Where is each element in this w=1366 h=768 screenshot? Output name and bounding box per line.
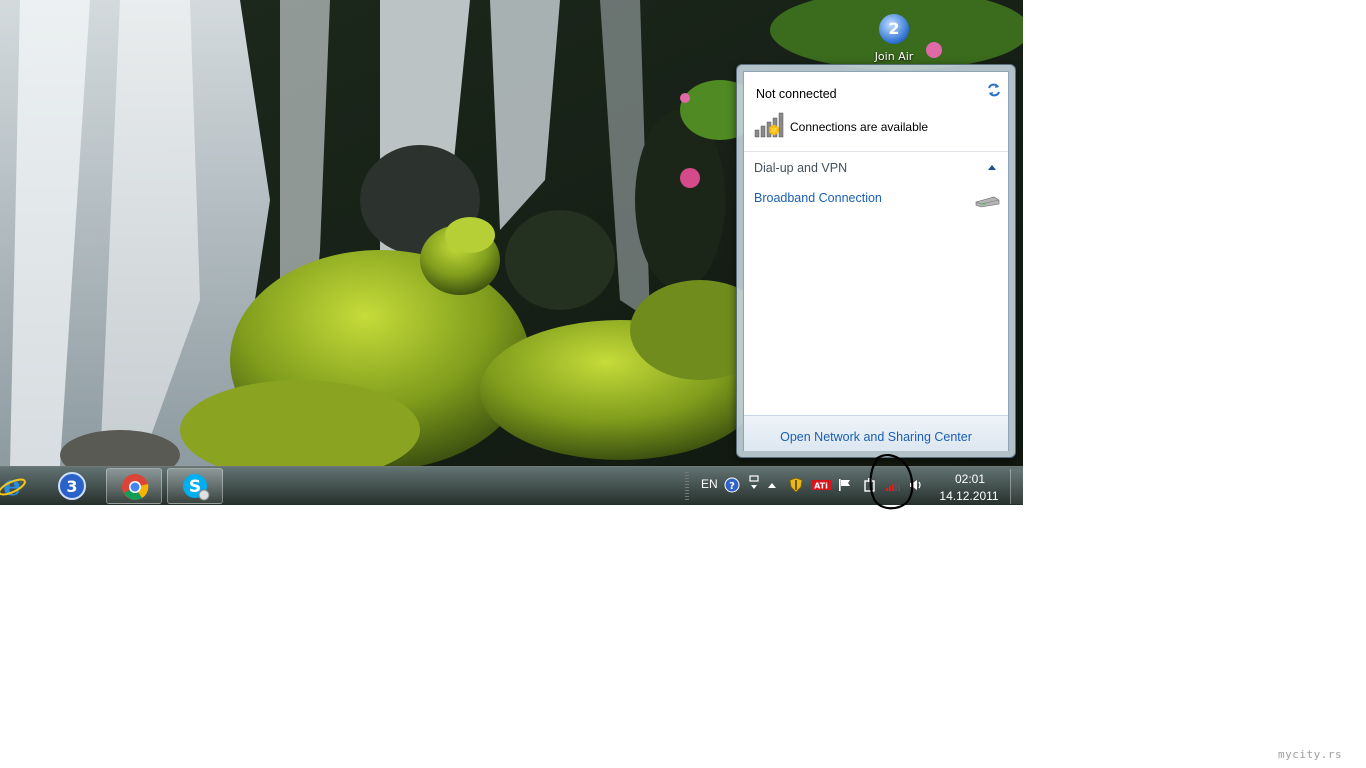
join-air-icon: 2 — [879, 14, 909, 44]
join-air-shortcut[interactable]: 2 Join Air — [866, 14, 922, 63]
svg-text:3: 3 — [66, 477, 77, 496]
ie-icon: e — [0, 471, 26, 501]
watermark: mycity.rs — [1278, 748, 1343, 761]
show-hidden-icon[interactable] — [764, 477, 780, 493]
language-indicator[interactable]: EN — [701, 477, 718, 491]
desktop-screen: 2 Join Air Not connected Connections are… — [0, 0, 1023, 505]
app-3-icon: 3 — [58, 472, 86, 500]
refresh-icon[interactable] — [986, 82, 1002, 98]
show-desktop-button[interactable] — [1010, 469, 1023, 504]
skype-icon: S — [183, 474, 210, 501]
connections-available-text: Connections are available — [790, 120, 929, 134]
tray-grip[interactable] — [685, 472, 689, 502]
clock-date[interactable]: 14.12.2011 — [936, 489, 1002, 503]
dialup-vpn-header[interactable]: Dial-up and VPN — [754, 161, 847, 175]
notify-icon[interactable] — [746, 475, 762, 491]
shortcut-label: Join Air — [874, 50, 914, 63]
chrome-icon — [122, 474, 149, 500]
clock-time[interactable]: 02:01 — [944, 472, 996, 486]
flyout-panel: Not connected Connections are available … — [743, 71, 1009, 451]
help-icon[interactable]: ? — [724, 477, 740, 493]
taskbar-ie-button[interactable]: e — [0, 468, 40, 504]
ati-icon[interactable]: ATi — [811, 477, 831, 493]
flyout-footer: Open Network and Sharing Center — [744, 415, 1008, 451]
broadband-connection-item[interactable]: Broadband Connection — [754, 191, 882, 205]
taskbar-skype-button[interactable]: S — [167, 468, 223, 504]
open-network-sharing-center-link[interactable]: Open Network and Sharing Center — [744, 430, 1008, 444]
action-center-flag-icon[interactable] — [837, 477, 853, 493]
svg-text:e: e — [3, 471, 21, 501]
network-flyout: Not connected Connections are available … — [736, 64, 1016, 458]
divider — [744, 151, 1008, 152]
connection-status-title: Not connected — [756, 87, 837, 101]
modem-icon — [975, 196, 1000, 208]
shield-icon[interactable] — [788, 477, 804, 493]
signal-bars-icon — [754, 112, 784, 138]
svg-text:?: ? — [729, 481, 735, 492]
taskbar-app3-button[interactable]: 3 — [44, 468, 100, 504]
taskbar-chrome-button[interactable] — [106, 468, 162, 504]
annotation-circle — [869, 454, 914, 510]
chevron-up-icon[interactable] — [987, 163, 997, 171]
svg-text:ATi: ATi — [814, 482, 828, 491]
